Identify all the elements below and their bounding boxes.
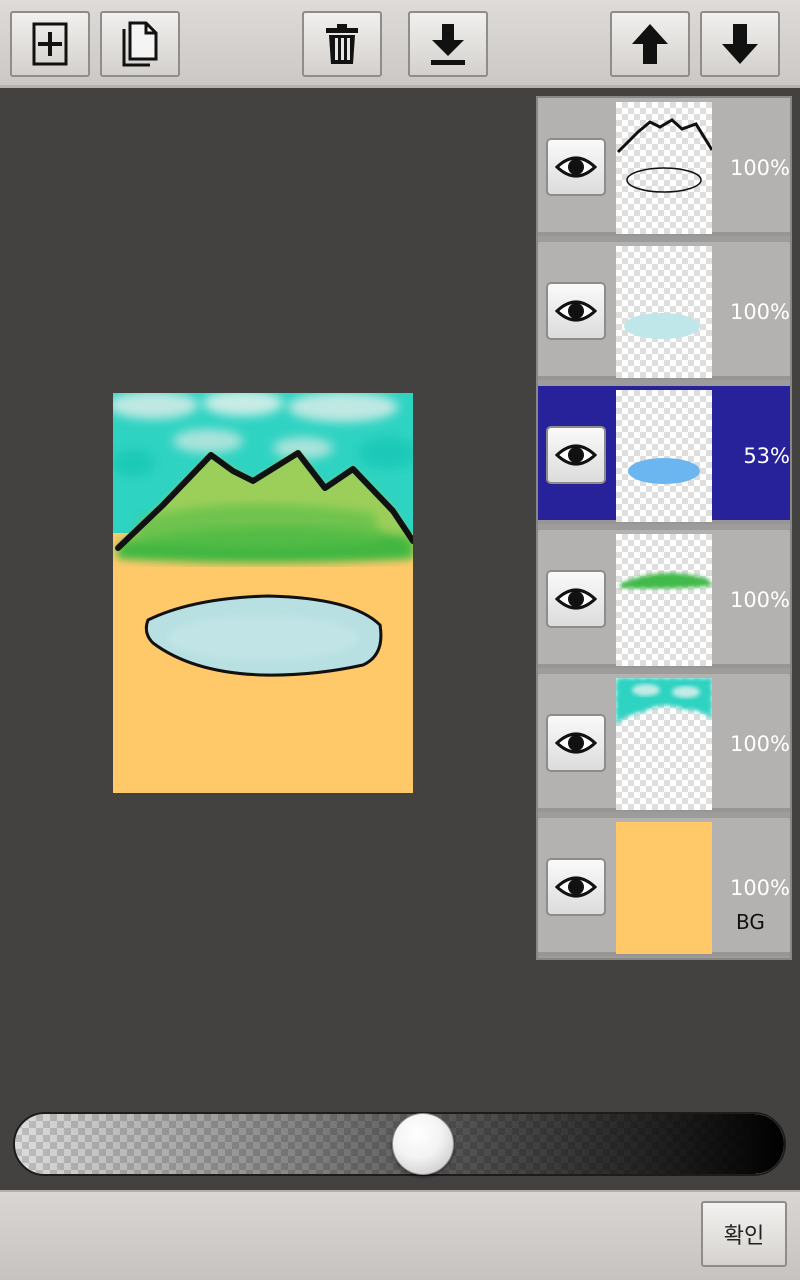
layer-thumbnail <box>616 102 712 234</box>
move-layer-down-button[interactable] <box>700 11 780 77</box>
layer-visibility-toggle[interactable] <box>546 426 606 484</box>
opacity-slider-knob[interactable] <box>392 1113 454 1175</box>
layers-panel: 100% 100% 53% 100% 100% 100% BG <box>536 96 792 960</box>
bottom-bar <box>0 1190 800 1280</box>
duplicate-layer-icon <box>122 21 158 67</box>
eye-icon <box>555 588 597 610</box>
merge-down-button[interactable] <box>408 11 488 77</box>
duplicate-layer-button[interactable] <box>100 11 180 77</box>
layer-thumbnail <box>616 822 712 954</box>
layer-row-4[interactable]: 100% <box>538 530 790 668</box>
layer-opacity: 100% <box>729 300 790 324</box>
add-layer-button[interactable] <box>10 11 90 77</box>
move-layer-up-button[interactable] <box>610 11 690 77</box>
canvas-artwork <box>108 390 418 793</box>
layer-visibility-toggle[interactable] <box>546 570 606 628</box>
layer-opacity: 100% <box>729 156 790 180</box>
layer-thumbnail <box>616 390 712 522</box>
arrow-up-icon <box>632 24 668 64</box>
background-layer-label: BG <box>736 910 765 934</box>
layer-opacity: 53% <box>743 444 790 468</box>
layer-thumbnail <box>616 678 712 810</box>
layer-thumbnail <box>616 534 712 666</box>
trash-icon <box>326 24 358 64</box>
eye-icon <box>555 444 597 466</box>
delete-layer-button[interactable] <box>302 11 382 77</box>
layer-visibility-toggle[interactable] <box>546 714 606 772</box>
eye-icon <box>555 732 597 754</box>
eye-icon <box>555 300 597 322</box>
merge-down-icon <box>431 24 465 65</box>
eye-icon <box>555 156 597 178</box>
eye-icon <box>555 876 597 898</box>
layer-row-2[interactable]: 100% <box>538 242 790 380</box>
confirm-button[interactable]: 확인 <box>701 1201 787 1267</box>
layer-visibility-toggle[interactable] <box>546 138 606 196</box>
layer-opacity: 100% <box>729 876 790 900</box>
layer-row-3-selected[interactable]: 53% <box>538 386 790 524</box>
layer-row-background[interactable]: 100% BG <box>538 818 790 956</box>
top-toolbar <box>0 0 800 88</box>
layer-thumbnail <box>616 246 712 378</box>
layer-visibility-toggle[interactable] <box>546 858 606 916</box>
add-layer-icon <box>32 22 68 66</box>
drawing-canvas[interactable] <box>108 390 418 793</box>
layer-visibility-toggle[interactable] <box>546 282 606 340</box>
layer-opacity: 100% <box>729 732 790 756</box>
layer-row-5[interactable]: 100% <box>538 674 790 812</box>
layer-row-1[interactable]: 100% <box>538 98 790 236</box>
arrow-down-icon <box>722 24 758 64</box>
layer-opacity: 100% <box>729 588 790 612</box>
